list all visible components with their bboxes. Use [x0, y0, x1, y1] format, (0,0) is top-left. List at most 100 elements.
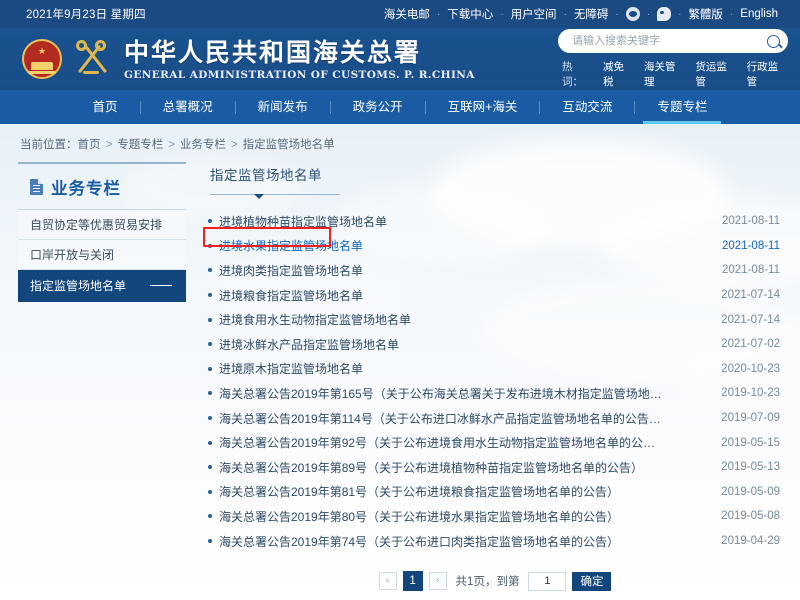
hotword-administrative-supervision[interactable]: 行政监管 — [747, 59, 788, 89]
search-box[interactable] — [558, 29, 788, 53]
list-item-date: 2019-05-13 — [721, 461, 782, 473]
list-item[interactable]: 海关总署公告2019年第165号（关于公布海关总署关于发布进境木材指定监管场地…… — [208, 381, 782, 406]
top-link-separator: · — [500, 9, 503, 20]
list-item[interactable]: 海关总署公告2019年第80号（关于公布进境水果指定监管场地名单的公告） 201… — [208, 504, 782, 529]
top-link-user-space[interactable]: 用户空间 — [511, 6, 557, 22]
list-item-date: 2019-07-09 — [721, 412, 782, 424]
top-link-separator: · — [615, 9, 618, 20]
list-item[interactable]: 海关总署公告2019年第92号（关于公布进境食用水生动物指定监管场地名单的公… … — [208, 430, 782, 455]
bullet-icon — [208, 391, 212, 395]
pagination-next-button[interactable]: › — [429, 572, 447, 590]
document-icon — [30, 179, 43, 195]
breadcrumb-separator: > — [231, 139, 238, 151]
list-item[interactable]: 海关总署公告2019年第114号（关于公布进口冰鲜水产品指定监管场地名单的公告…… — [208, 406, 782, 431]
top-link-traditional-chinese[interactable]: 繁體版 — [688, 6, 723, 22]
list-item[interactable]: 海关总署公告2019年第81号（关于公布进境粮食指定监管场地名单的公告） 201… — [208, 480, 782, 505]
list-item-link[interactable]: 进境肉类指定监管场地名单 — [219, 262, 363, 279]
sidebar-item-free-trade-agreements[interactable]: 自贸协定等优惠贸易安排 — [18, 210, 186, 240]
arrow-icon — [150, 285, 172, 287]
site-title-en: GENERAL ADMINISTRATION OF CUSTOMS. P. R.… — [124, 69, 475, 81]
list-item-date: 2021-08-11 — [722, 215, 782, 227]
nav-item-overview[interactable]: 总署概况 — [141, 90, 235, 124]
list-item[interactable]: 进境水果指定监管场地名单 2021-08-11 — [208, 234, 782, 259]
list-item[interactable]: 进境冰鲜水产品指定监管场地名单 2021-07-02 — [208, 332, 782, 357]
national-emblem-icon: ★ — [22, 39, 62, 79]
list-item[interactable]: 海关总署公告2019年第74号（关于公布进口肉类指定监管场地名单的公告） 201… — [208, 529, 782, 554]
top-link-accessibility[interactable]: 无障碍 — [574, 6, 609, 22]
main-navigation: 首页 总署概况 新闻发布 政务公开 互联网+海关 互动交流 专题专栏 — [0, 90, 800, 124]
top-link-customs-mail[interactable]: 海关电邮 — [384, 6, 430, 22]
list-item-link[interactable]: 进境粮食指定监管场地名单 — [219, 287, 363, 304]
list-item-link[interactable]: 进境冰鲜水产品指定监管场地名单 — [219, 336, 399, 353]
content-area: 指定监管场地名单 进境植物种苗指定监管场地名单 2021-08-11 进境水果指… — [186, 162, 782, 591]
list-item-link[interactable]: 海关总署公告2019年第89号（关于公布进境植物种苗指定监管场地名单的公告） — [219, 459, 643, 476]
sidebar-item-port-opening-closing[interactable]: 口岸开放与关闭 — [18, 240, 186, 270]
list-item-link[interactable]: 进境食用水生动物指定监管场地名单 — [219, 311, 411, 328]
page-title: 指定监管场地名单 — [208, 162, 782, 184]
bullet-icon — [208, 342, 212, 346]
sidebar-item-designated-supervision-sites[interactable]: 指定监管场地名单 — [18, 270, 186, 302]
nav-item-news[interactable]: 新闻发布 — [236, 90, 330, 124]
bullet-icon — [208, 318, 212, 322]
sidebar-header: 业务专栏 — [18, 162, 186, 210]
nav-item-government-affairs[interactable]: 政务公开 — [331, 90, 425, 124]
top-link-separator: · — [678, 9, 681, 20]
list-item-link[interactable]: 海关总署公告2019年第80号（关于公布进境水果指定监管场地名单的公告） — [219, 508, 619, 525]
bullet-icon — [208, 367, 212, 371]
search-input[interactable] — [572, 35, 767, 47]
breadcrumb-item-home[interactable]: 首页 — [78, 139, 101, 151]
list-item-link[interactable]: 进境植物种苗指定监管场地名单 — [219, 213, 387, 230]
wechat-icon[interactable] — [657, 7, 671, 21]
list-item-link[interactable]: 海关总署公告2019年第81号（关于公布进境粮食指定监管场地名单的公告） — [219, 483, 619, 500]
bullet-icon — [208, 244, 212, 248]
top-link-separator: · — [437, 9, 440, 20]
list-item[interactable]: 进境粮食指定监管场地名单 2021-07-14 — [208, 283, 782, 308]
list-item-link[interactable]: 海关总署公告2019年第165号（关于公布海关总署关于发布进境木材指定监管场地… — [219, 385, 662, 402]
search-icon[interactable] — [767, 35, 780, 48]
list-item-date: 2019-04-29 — [721, 535, 782, 547]
list-item-date: 2019-05-15 — [721, 437, 782, 449]
breadcrumb-separator: > — [106, 139, 113, 151]
top-link-separator: · — [730, 9, 733, 20]
top-link-english[interactable]: English — [740, 8, 778, 20]
hotword-tax-reduction[interactable]: 减免税 — [603, 59, 634, 89]
top-link-download-center[interactable]: 下载中心 — [447, 6, 493, 22]
breadcrumb-separator: > — [168, 139, 175, 151]
list-item[interactable]: 进境植物种苗指定监管场地名单 2021-08-11 — [208, 209, 782, 234]
hotword-customs-management[interactable]: 海关管理 — [644, 59, 685, 89]
list-item[interactable]: 进境食用水生动物指定监管场地名单 2021-07-14 — [208, 307, 782, 332]
bullet-icon — [208, 268, 212, 272]
list-item-link[interactable]: 海关总署公告2019年第74号（关于公布进口肉类指定监管场地名单的公告） — [219, 533, 619, 550]
breadcrumb-item-current: 指定监管场地名单 — [243, 139, 335, 151]
nav-item-special-columns[interactable]: 专题专栏 — [635, 90, 729, 124]
bullet-icon — [208, 416, 212, 420]
site-title-block: 中华人民共和国海关总署 GENERAL ADMINISTRATION OF CU… — [124, 38, 475, 81]
list-item-link[interactable]: 海关总署公告2019年第92号（关于公布进境食用水生动物指定监管场地名单的公… — [219, 434, 655, 451]
pagination-jump-input[interactable] — [528, 572, 566, 591]
bullet-icon — [208, 219, 212, 223]
pagination-prev-button[interactable]: ‹ — [379, 572, 397, 590]
breadcrumb-item-business-columns[interactable]: 业务专栏 — [180, 139, 226, 151]
hotword-freight-supervision[interactable]: 货运监管 — [695, 59, 736, 89]
nav-item-interaction[interactable]: 互动交流 — [540, 90, 634, 124]
pagination-page-1[interactable]: 1 — [403, 571, 423, 591]
pagination-go-button[interactable]: 确定 — [572, 572, 611, 591]
list-item[interactable]: 海关总署公告2019年第89号（关于公布进境植物种苗指定监管场地名单的公告） 2… — [208, 455, 782, 480]
hotwords: 热词： 减免税 海关管理 货运监管 行政监管 — [558, 59, 788, 89]
hotwords-label: 热词： — [562, 59, 593, 89]
list-item-date: 2021-07-14 — [721, 314, 782, 326]
sidebar-title: 业务专栏 — [51, 175, 121, 199]
breadcrumb-item-special-columns[interactable]: 专题专栏 — [117, 139, 163, 151]
nav-item-internet-plus-customs[interactable]: 互联网+海关 — [426, 90, 540, 124]
list-item-link[interactable]: 进境原木指定监管场地名单 — [219, 360, 363, 377]
list-item-link[interactable]: 进境水果指定监管场地名单 — [219, 237, 363, 254]
weibo-icon[interactable] — [626, 7, 640, 21]
list-item[interactable]: 进境原木指定监管场地名单 2020-10-23 — [208, 357, 782, 382]
list-item-link[interactable]: 海关总署公告2019年第114号（关于公布进口冰鲜水产品指定监管场地名单的公告… — [219, 410, 661, 427]
pagination-total-text: 共1页，到第 — [456, 573, 520, 589]
list-item[interactable]: 进境肉类指定监管场地名单 2021-08-11 — [208, 258, 782, 283]
top-links: 海关电邮 · 下载中心 · 用户空间 · 无障碍 · · · 繁體版 · Eng… — [384, 6, 778, 22]
bullet-icon — [208, 539, 212, 543]
nav-item-home[interactable]: 首页 — [71, 90, 140, 124]
bullet-icon — [208, 514, 212, 518]
